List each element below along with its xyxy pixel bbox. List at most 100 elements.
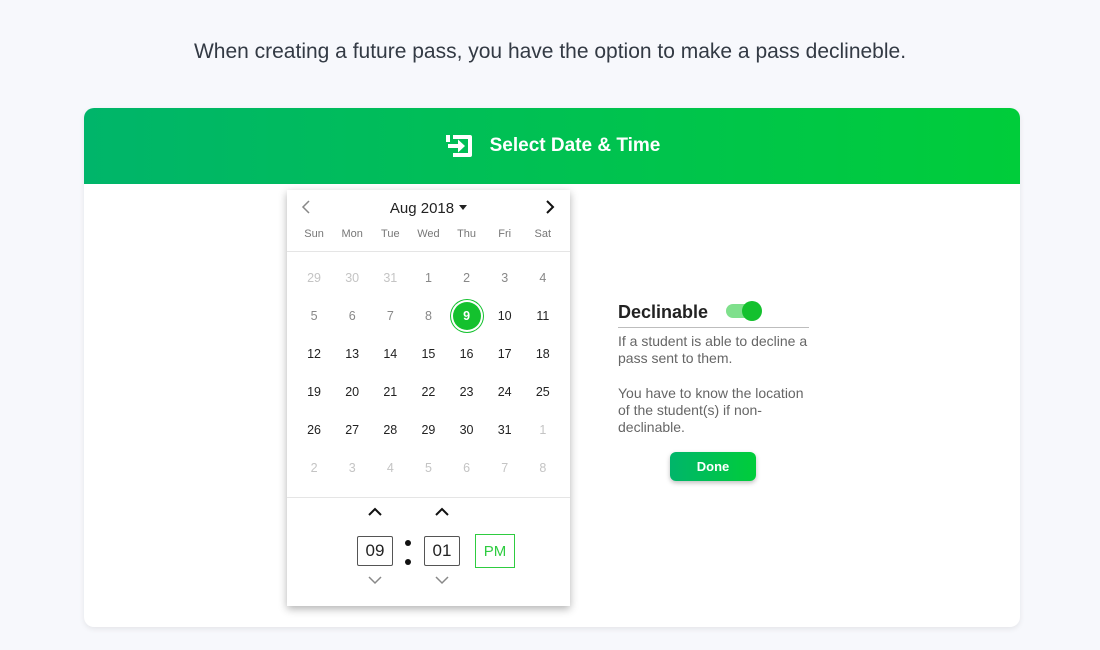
day-number: 16	[459, 347, 474, 361]
day-cell[interactable]: 12	[295, 335, 333, 373]
day-cell-selected[interactable]: 9	[448, 297, 486, 335]
caret-down-icon	[459, 204, 468, 210]
day-cell[interactable]: 28	[371, 411, 409, 449]
day-number: 12	[307, 347, 322, 361]
day-cell[interactable]: 3	[486, 259, 524, 297]
day-cell[interactable]: 22	[409, 373, 447, 411]
done-button[interactable]: Done	[670, 452, 756, 481]
day-number: 27	[345, 423, 360, 437]
month-label: Aug 2018	[389, 200, 455, 217]
hour-increment-chevron-up-icon[interactable]	[367, 504, 383, 516]
day-cell[interactable]: 4	[371, 449, 409, 487]
day-number: 3	[348, 461, 356, 475]
day-number: 8	[539, 461, 547, 475]
day-cell[interactable]: 29	[295, 259, 333, 297]
declinable-toggle[interactable]	[726, 301, 762, 321]
day-number: 29	[307, 271, 322, 285]
calendar-nav: Aug 2018	[287, 190, 570, 228]
next-month-button[interactable]	[539, 198, 561, 220]
day-cell[interactable]: 2	[448, 259, 486, 297]
day-cell[interactable]: 30	[448, 411, 486, 449]
day-cell[interactable]: 26	[295, 411, 333, 449]
weekday-label: Fri	[498, 228, 512, 240]
day-cell[interactable]: 1	[409, 259, 447, 297]
day-number: 26	[307, 423, 322, 437]
card-header: Select Date & Time	[84, 108, 1020, 184]
day-cell[interactable]: 7	[371, 297, 409, 335]
day-cell[interactable]: 13	[333, 335, 371, 373]
day-cell[interactable]: 20	[333, 373, 371, 411]
day-cell[interactable]: 1	[524, 411, 562, 449]
day-number: 7	[386, 309, 394, 323]
chevron-right-icon	[545, 199, 555, 219]
day-cell[interactable]: 23	[448, 373, 486, 411]
hour-decrement-chevron-down-icon[interactable]	[367, 572, 383, 585]
day-number: 1	[539, 423, 547, 437]
day-cell[interactable]: 7	[486, 449, 524, 487]
day-cell[interactable]: 21	[371, 373, 409, 411]
weekday-label: Wed	[417, 228, 440, 240]
divider	[287, 251, 570, 252]
toggle-knob	[742, 301, 762, 321]
day-cell[interactable]: 14	[371, 335, 409, 373]
day-cell[interactable]: 29	[409, 411, 447, 449]
day-number: 5	[424, 461, 432, 475]
day-number: 11	[536, 309, 550, 323]
day-number: 22	[421, 385, 436, 399]
day-number: 2	[463, 271, 471, 285]
day-cell[interactable]: 2	[295, 449, 333, 487]
day-cell[interactable]: 18	[524, 335, 562, 373]
day-cell[interactable]: 25	[524, 373, 562, 411]
day-number: 17	[497, 347, 512, 361]
minute-decrement-chevron-down-icon[interactable]	[434, 572, 450, 585]
day-cell[interactable]: 31	[486, 411, 524, 449]
day-cell[interactable]: 6	[333, 297, 371, 335]
day-number: 5	[310, 309, 318, 323]
day-cell[interactable]: 4	[524, 259, 562, 297]
day-number: 1	[424, 271, 432, 285]
weekday-label: Mon	[341, 228, 363, 240]
day-cell[interactable]: 6	[448, 449, 486, 487]
intro-text: When creating a future pass, you have th…	[193, 40, 907, 63]
day-cell[interactable]: 27	[333, 411, 371, 449]
day-cell[interactable]: 11	[524, 297, 562, 335]
day-cell[interactable]: 31	[371, 259, 409, 297]
weekday-header: Sun Mon Tue Wed Thu Fri Sat	[295, 228, 562, 240]
day-cell[interactable]: 3	[333, 449, 371, 487]
day-number: 20	[345, 385, 360, 399]
minute-increment-chevron-up-icon[interactable]	[434, 504, 450, 516]
day-number: 8	[424, 309, 432, 323]
day-number: 10	[497, 309, 512, 323]
day-cell[interactable]: 8	[409, 297, 447, 335]
day-number: 21	[383, 385, 398, 399]
day-cell[interactable]: 19	[295, 373, 333, 411]
day-number: 4	[386, 461, 394, 475]
time-colon	[405, 538, 413, 568]
day-cell[interactable]: 30	[333, 259, 371, 297]
day-cell[interactable]: 24	[486, 373, 524, 411]
pass-enter-icon	[444, 133, 474, 159]
day-cell[interactable]: 15	[409, 335, 447, 373]
day-cell[interactable]: 17	[486, 335, 524, 373]
day-cell[interactable]: 5	[295, 297, 333, 335]
day-number: 3	[501, 271, 509, 285]
am-pm-toggle[interactable]: PM	[475, 534, 515, 568]
day-cell[interactable]: 16	[448, 335, 486, 373]
declinable-title: Declinable	[618, 302, 709, 322]
day-number: 28	[383, 423, 398, 437]
day-cell[interactable]: 10	[486, 297, 524, 335]
hour-field[interactable]: 09	[357, 536, 393, 566]
day-number: 14	[383, 347, 398, 361]
day-cell[interactable]: 8	[524, 449, 562, 487]
day-number: 15	[421, 347, 436, 361]
divider	[618, 327, 809, 328]
day-number: 6	[348, 309, 356, 323]
day-cell[interactable]: 5	[409, 449, 447, 487]
day-number: 31	[383, 271, 398, 285]
minute-field[interactable]: 01	[424, 536, 460, 566]
day-number: 31	[497, 423, 512, 437]
declinable-description: If a student is able to decline a pass s…	[618, 333, 808, 366]
declinable-note: You have to know the location of the stu…	[618, 385, 804, 435]
day-number: 19	[307, 385, 322, 399]
month-selector[interactable]: Aug 2018	[287, 200, 570, 217]
